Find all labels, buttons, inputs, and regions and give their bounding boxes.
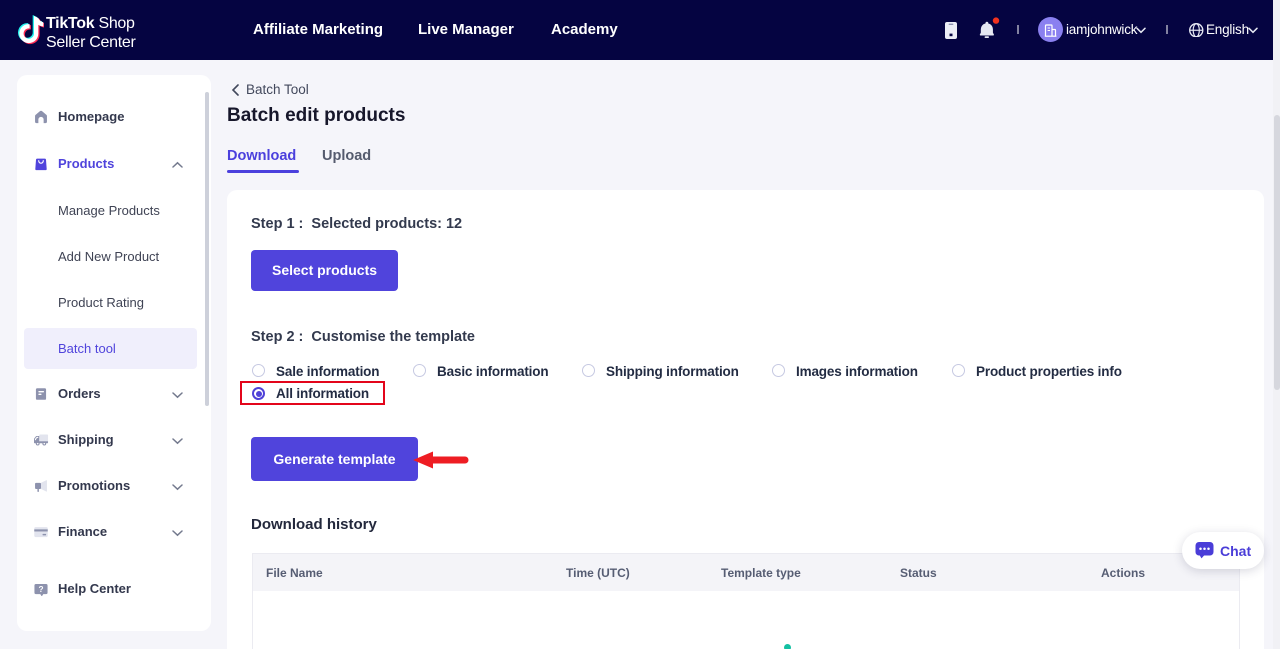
svg-text:?: ? [38,584,43,594]
